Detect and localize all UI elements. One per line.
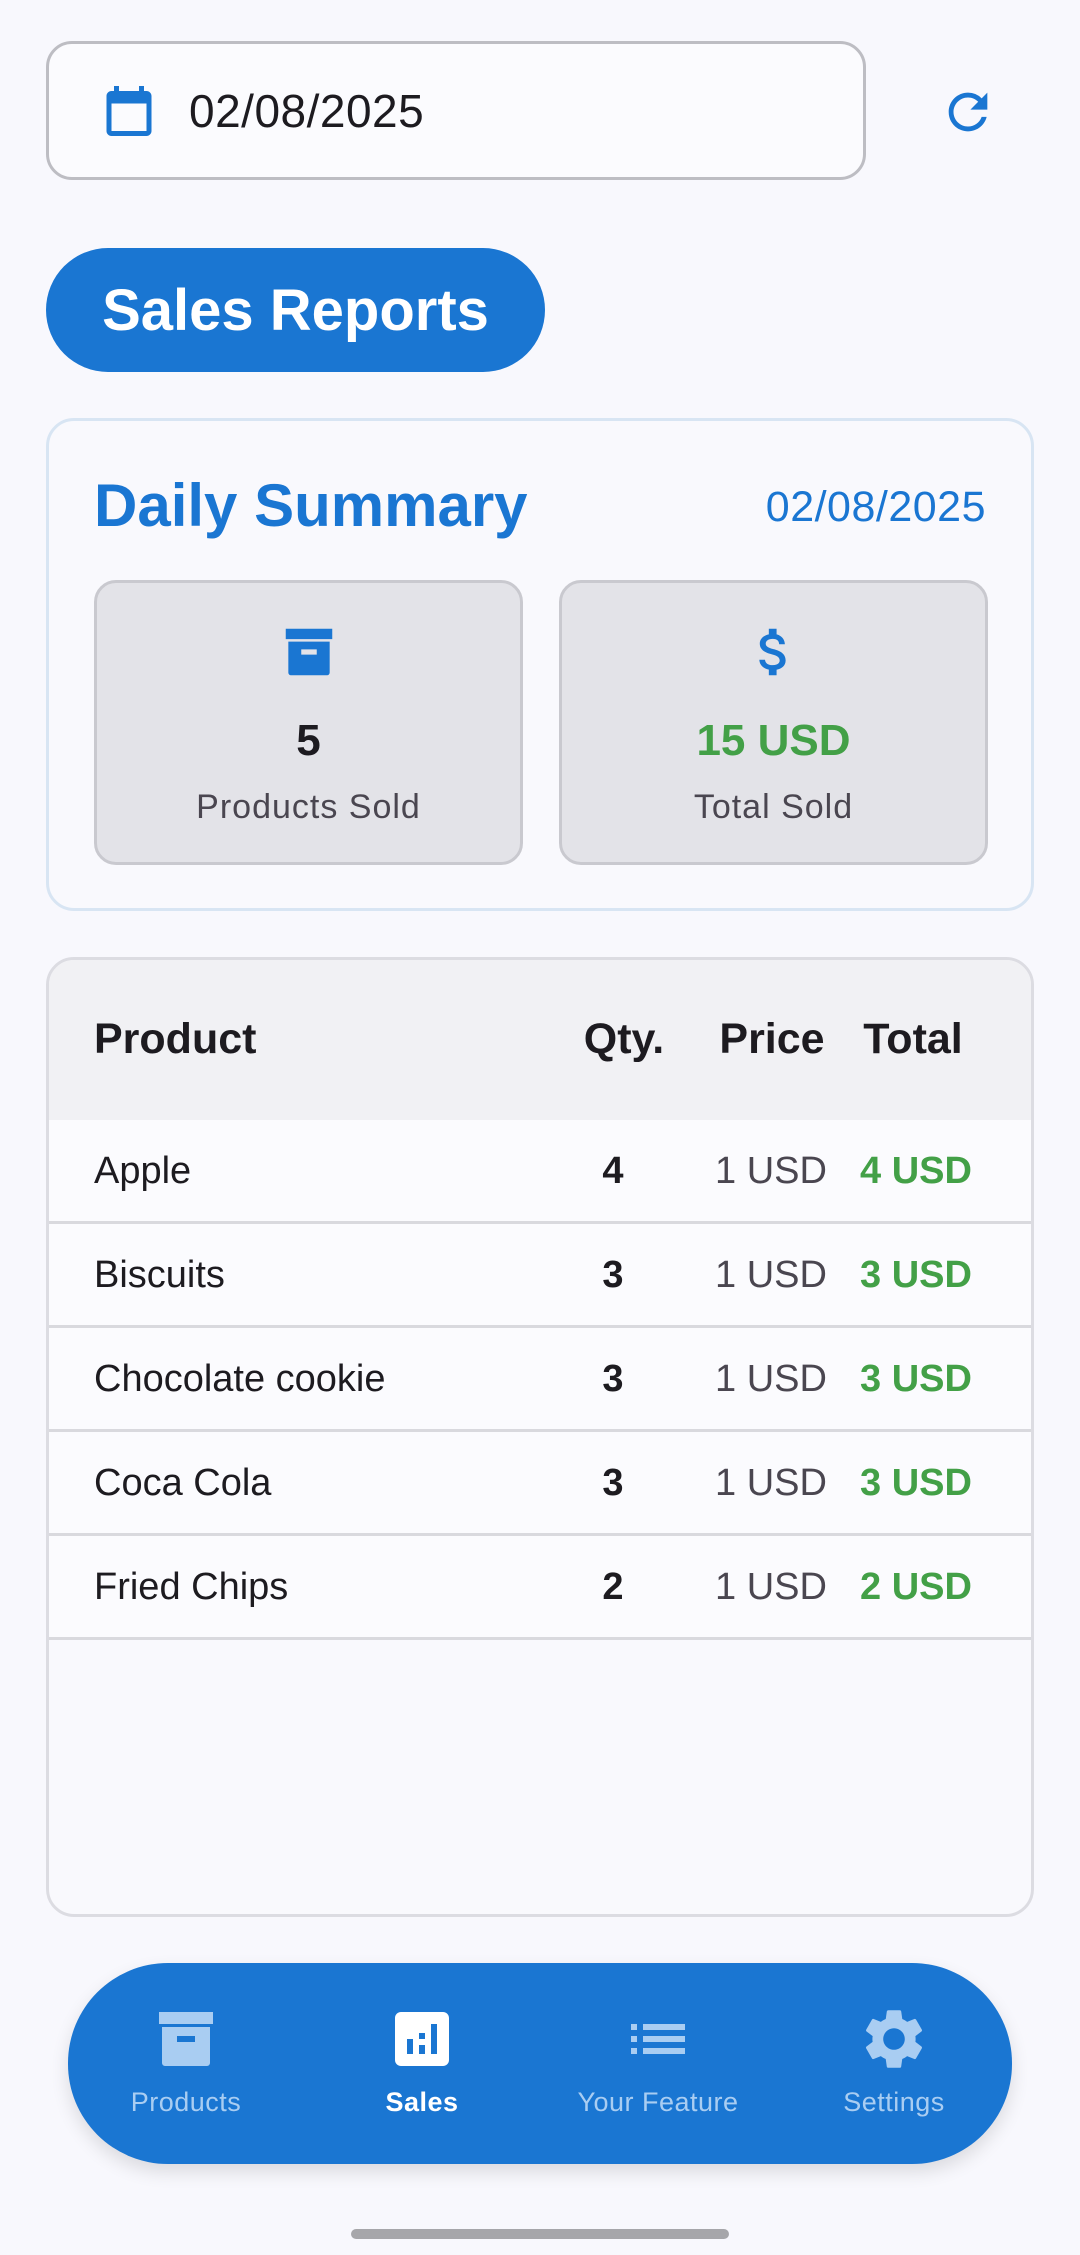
row-product: Apple: [94, 1150, 192, 1192]
products-sold-value: 5: [296, 716, 321, 765]
nav-item-sales[interactable]: Sales: [304, 1963, 540, 2164]
archive-icon: [159, 2012, 213, 2066]
row-product: Biscuits: [94, 1254, 225, 1296]
date-picker-field[interactable]: 02/08/2025: [46, 41, 866, 180]
calendar-icon: [106, 85, 152, 136]
table-row: Fried Chips 2 1 USD 2 USD: [49, 1536, 1031, 1640]
row-total: 3 USD: [860, 1254, 972, 1296]
row-product: Chocolate cookie: [94, 1358, 386, 1400]
products-sold-label: Products Sold: [196, 788, 421, 826]
row-total: 3 USD: [860, 1358, 972, 1400]
table-header: Product Qty. Price Total: [49, 960, 1031, 1120]
row-price: 1 USD: [715, 1566, 827, 1608]
nav-label: Your Feature: [577, 2087, 739, 2117]
row-product: Fried Chips: [94, 1566, 289, 1608]
list-icon: [631, 2024, 685, 2054]
archive-icon: [285, 628, 332, 676]
refresh-icon: [948, 92, 988, 132]
nav-label: Products: [130, 2087, 242, 2117]
nav-item-products[interactable]: Products: [68, 1963, 304, 2164]
row-total: 3 USD: [860, 1462, 972, 1504]
page-title: Sales Reports: [102, 277, 489, 343]
gear-icon: [865, 2010, 923, 2068]
dollar-icon: [758, 628, 786, 676]
sales-page: 02/08/2025 Sales Reports Daily Summary 0…: [0, 0, 1080, 2255]
row-price: 1 USD: [715, 1462, 827, 1504]
row-price: 1 USD: [715, 1358, 827, 1400]
summary-date: 02/08/2025: [765, 483, 986, 531]
total-sold-value: 15 USD: [696, 716, 851, 765]
nav-item-your-feature[interactable]: Your Feature: [540, 1963, 776, 2164]
header-qty: Qty.: [583, 1015, 665, 1063]
total-sold-label: Total Sold: [693, 788, 854, 826]
refresh-button[interactable]: [932, 76, 1004, 148]
nav-item-settings[interactable]: Settings: [776, 1963, 1012, 2164]
products-sold-stat: 5 Products Sold: [94, 580, 523, 865]
total-sold-stat: 15 USD Total Sold: [559, 580, 988, 865]
home-indicator[interactable]: [351, 2229, 729, 2239]
table-row: Chocolate cookie 3 1 USD 3 USD: [49, 1328, 1031, 1432]
nav-label: Settings: [843, 2087, 945, 2117]
header-total: Total: [863, 1015, 963, 1063]
table-row: Biscuits 3 1 USD 3 USD: [49, 1224, 1031, 1328]
row-product: Coca Cola: [94, 1462, 272, 1504]
row-qty: 4: [602, 1150, 624, 1192]
row-total: 2 USD: [860, 1566, 972, 1608]
row-qty: 2: [602, 1566, 624, 1608]
page-title-pill: Sales Reports: [46, 248, 545, 372]
row-total: 4 USD: [860, 1150, 972, 1192]
table-row: Coca Cola 3 1 USD 3 USD: [49, 1432, 1031, 1536]
row-qty: 3: [602, 1358, 624, 1400]
sales-table: Product Qty. Price Total Apple 4 1 USD 4…: [46, 957, 1034, 1917]
bottom-navigation: Products Sales Your Feature Settings: [68, 1963, 1012, 2164]
row-price: 1 USD: [715, 1254, 827, 1296]
row-qty: 3: [602, 1462, 624, 1504]
row-price: 1 USD: [715, 1150, 827, 1192]
header-price: Price: [719, 1015, 825, 1063]
bar-chart-icon: [395, 2012, 449, 2066]
daily-summary-card: Daily Summary 02/08/2025 5 Products Sold…: [46, 418, 1034, 911]
row-qty: 3: [602, 1254, 624, 1296]
header-product: Product: [94, 1015, 257, 1063]
nav-label: Sales: [385, 2087, 459, 2117]
summary-title: Daily Summary: [94, 472, 528, 539]
table-row: Apple 4 1 USD 4 USD: [49, 1120, 1031, 1224]
date-picker-value: 02/08/2025: [189, 84, 425, 137]
